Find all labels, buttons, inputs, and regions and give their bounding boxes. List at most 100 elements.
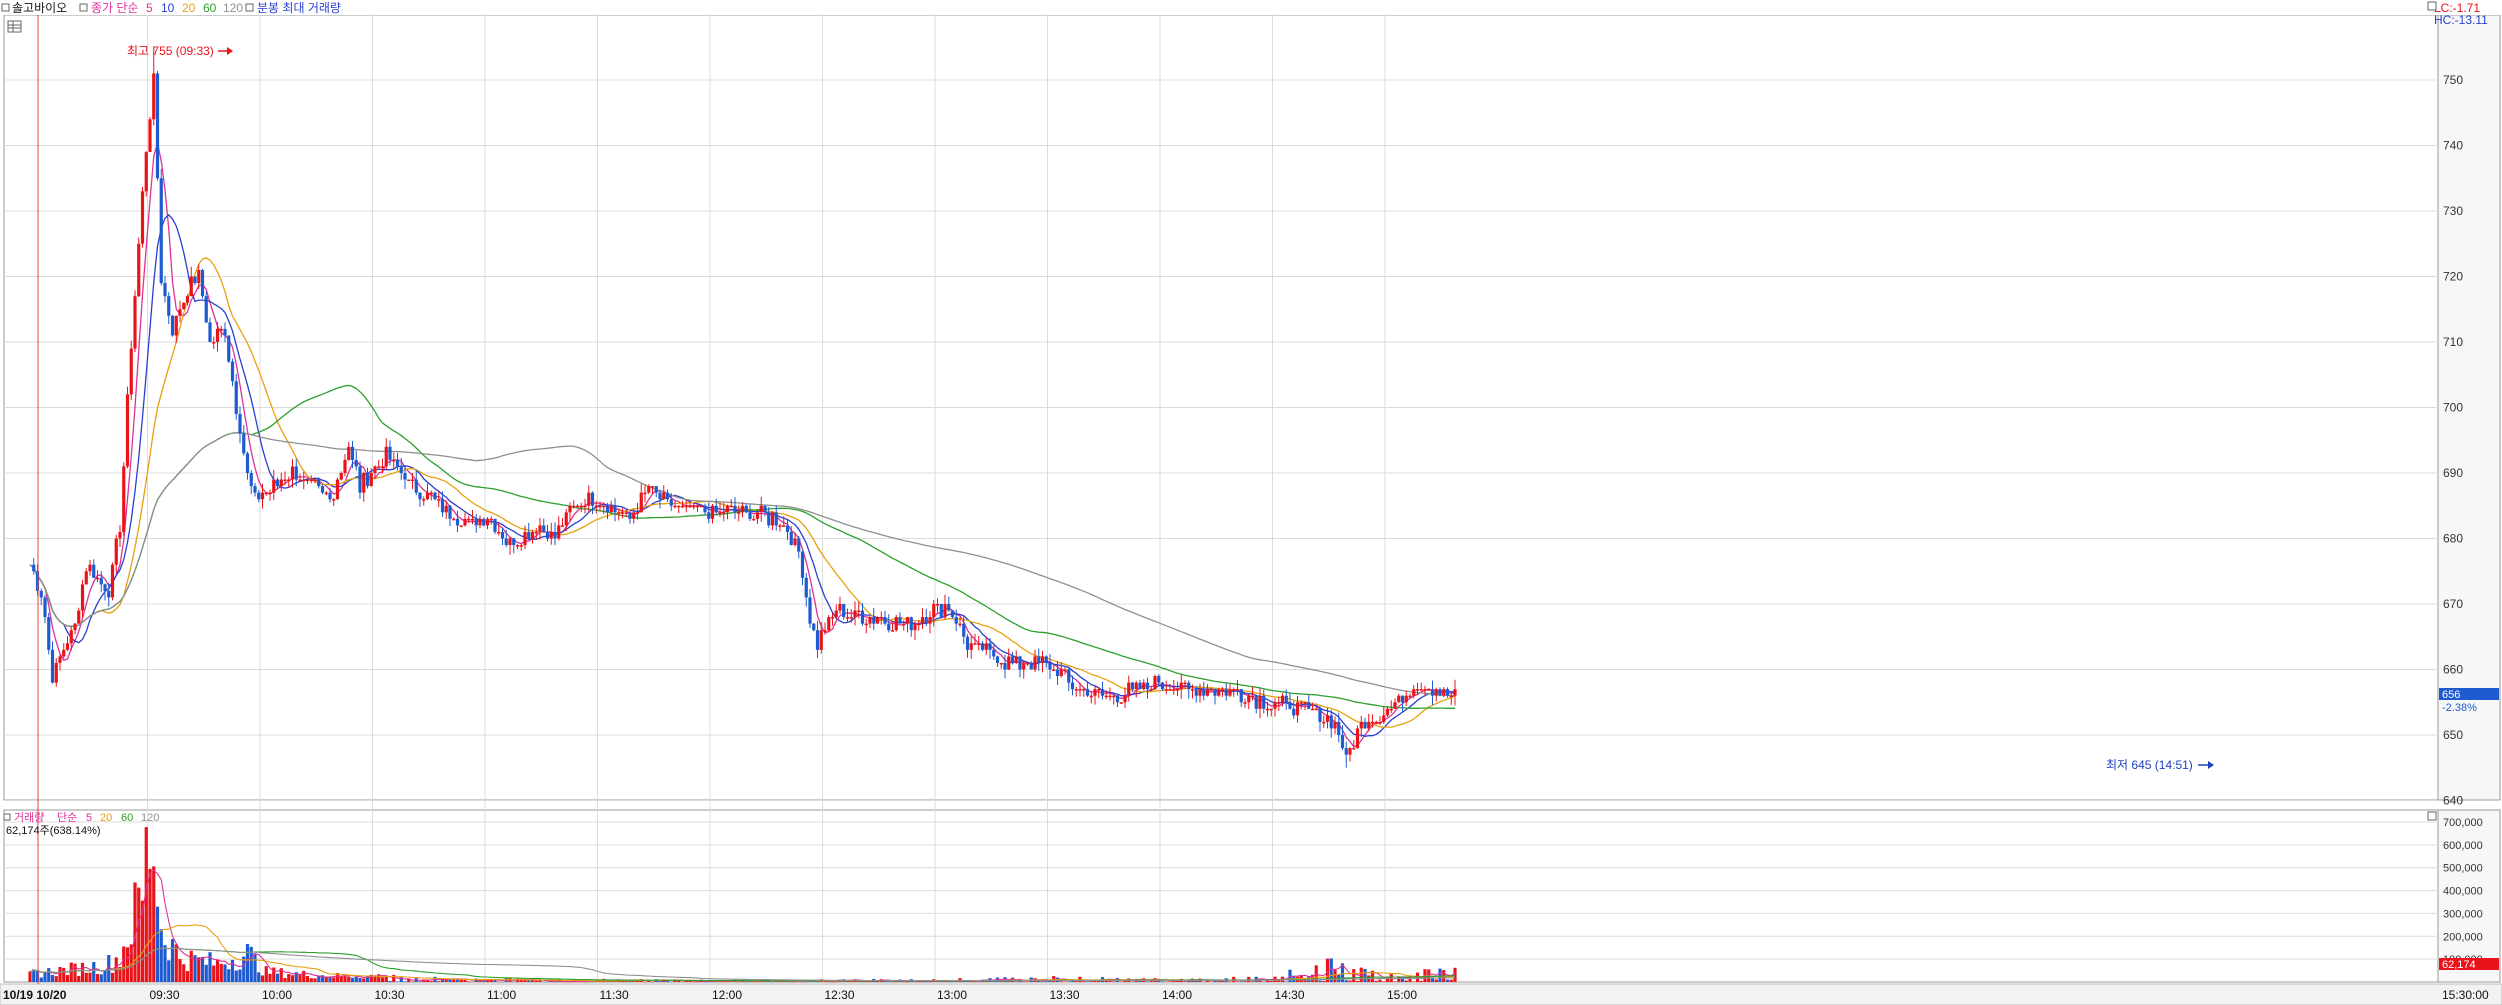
candle-body xyxy=(395,459,400,467)
candle-body xyxy=(662,492,666,500)
candle-body xyxy=(902,623,906,626)
volume-bar xyxy=(28,971,32,982)
volume-bar xyxy=(92,962,96,982)
candle-body xyxy=(658,492,662,500)
candle-body xyxy=(339,473,343,480)
candle-body xyxy=(212,342,216,344)
stock-name[interactable]: 솔고바이오 xyxy=(12,1,67,15)
candle-body xyxy=(1397,695,1401,703)
volume-bar xyxy=(770,981,775,983)
candle-body xyxy=(804,577,808,598)
candle-body xyxy=(1415,689,1420,691)
candle-body xyxy=(980,643,985,650)
candle-body xyxy=(1363,721,1367,729)
candle-body xyxy=(1044,656,1048,663)
candle-body xyxy=(992,649,996,657)
hc-label: HC:-13.11 xyxy=(2434,13,2488,27)
time-tick-label: 14:30 xyxy=(1275,988,1305,1002)
candle-body xyxy=(954,617,958,624)
candle-body xyxy=(1404,695,1408,703)
candle-body xyxy=(1130,682,1135,690)
volume-bar xyxy=(332,977,336,982)
candle-body xyxy=(958,623,962,626)
volume-bar xyxy=(65,975,70,982)
volume-bar xyxy=(178,959,182,982)
candle-body xyxy=(320,486,325,493)
candle-body xyxy=(1348,748,1352,755)
volume-ma-120[interactable]: 120 xyxy=(141,812,159,824)
ma-period-10[interactable]: 10 xyxy=(161,1,175,15)
volume-bar xyxy=(245,943,250,982)
candle-body xyxy=(560,525,565,527)
candle-body xyxy=(1145,682,1150,690)
candle-body xyxy=(530,531,535,539)
volume-ma-60[interactable]: 60 xyxy=(121,812,133,824)
volume-bar xyxy=(1378,979,1382,982)
volume-bar xyxy=(88,972,92,982)
volume-ma-20[interactable]: 20 xyxy=(100,812,112,824)
volume-label[interactable]: 거래량 xyxy=(14,811,44,824)
volume-bar xyxy=(122,946,126,982)
minute-max-volume-label[interactable]: 분봉 최대 거래량 xyxy=(257,1,341,15)
volume-bar xyxy=(534,980,538,982)
ma-period-60[interactable]: 60 xyxy=(203,1,217,15)
candle-body xyxy=(1284,695,1288,703)
volume-ma-label[interactable]: 단순 xyxy=(57,811,77,824)
candle-body xyxy=(508,538,512,546)
candle-body xyxy=(1430,689,1435,696)
candle-body xyxy=(872,617,876,624)
ma-period-120[interactable]: 120 xyxy=(223,1,243,15)
ma-period-5[interactable]: 5 xyxy=(146,1,153,15)
candle-body xyxy=(369,473,373,487)
candle-body xyxy=(1037,656,1041,663)
candle-body xyxy=(1389,708,1393,711)
candle-body xyxy=(1074,689,1078,691)
candle-body xyxy=(294,466,298,480)
candle-body xyxy=(268,492,272,495)
candle-body xyxy=(332,499,336,501)
volume-bar xyxy=(174,944,178,982)
volume-bar xyxy=(1112,981,1116,982)
ma-period-20[interactable]: 20 xyxy=(182,1,196,15)
price-panel-button[interactable] xyxy=(2427,1,2437,11)
volume-bar xyxy=(1438,968,1442,982)
volume-ma-5[interactable]: 5 xyxy=(86,812,92,824)
volume-bar xyxy=(1382,981,1386,982)
stock-chart[interactable]: 750 740 730 720 710 700 690 680 670 660 650 640 700,… xyxy=(0,0,2502,1005)
volume-panel-button[interactable] xyxy=(2427,811,2437,821)
volume-bar xyxy=(1025,981,1030,983)
volume-bar xyxy=(962,981,966,982)
candle-body xyxy=(1153,676,1157,690)
volume-bar xyxy=(905,981,910,983)
time-tick-label: 09:30 xyxy=(150,988,180,1002)
candle-body xyxy=(189,276,193,297)
volume-bar xyxy=(264,966,268,982)
candle-body xyxy=(1179,682,1183,690)
time-tick-label: 15:00 xyxy=(1387,988,1417,1002)
candle-body xyxy=(680,505,685,508)
candle-body xyxy=(1232,689,1236,691)
candle-body xyxy=(812,623,816,631)
volume-bar xyxy=(1318,980,1322,982)
volume-bar xyxy=(864,981,868,983)
volume-bar xyxy=(215,959,220,982)
candle-body xyxy=(448,505,452,519)
candle-body xyxy=(377,466,381,468)
volume-bar xyxy=(287,973,291,982)
candle-body xyxy=(167,296,171,316)
candle-body xyxy=(178,309,182,316)
candle-body xyxy=(703,505,707,513)
volume-bar xyxy=(815,981,820,983)
price-ma-label[interactable]: 종가 단순 xyxy=(91,1,139,15)
candle-body xyxy=(1295,702,1300,716)
candle-body xyxy=(737,512,741,514)
table-view-icon[interactable] xyxy=(7,20,22,33)
candle-body xyxy=(208,322,212,342)
candle-body xyxy=(632,512,636,519)
candle-body xyxy=(298,479,302,482)
candle-body xyxy=(455,518,460,526)
candle-body xyxy=(497,531,501,534)
candle-body xyxy=(1108,695,1112,698)
volume-bar xyxy=(358,977,362,982)
candle-body xyxy=(1213,689,1217,696)
